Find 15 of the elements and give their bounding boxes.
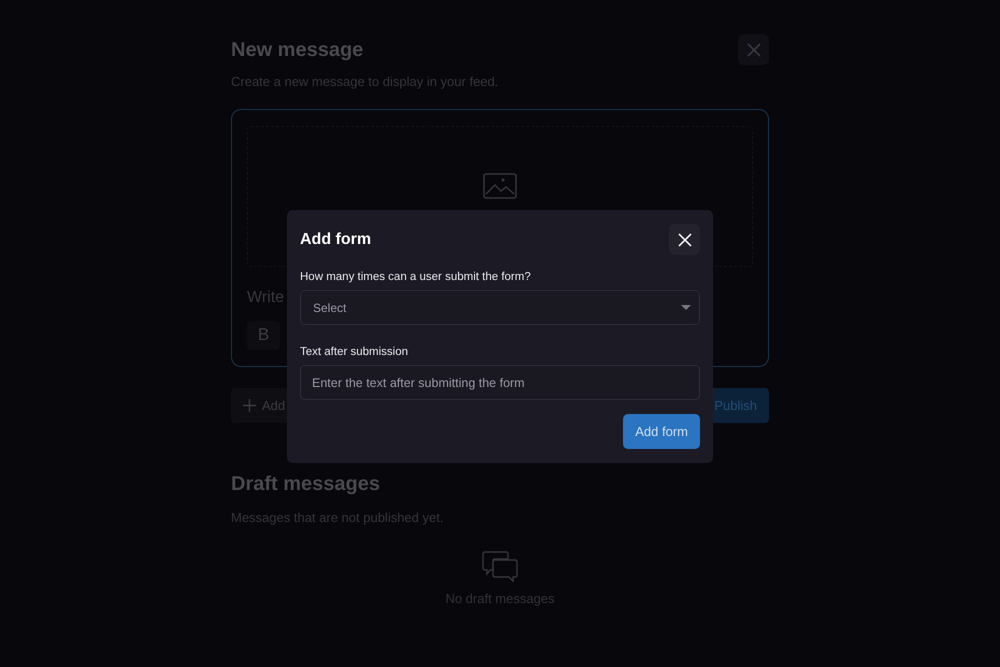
close-button[interactable] xyxy=(669,224,700,255)
select-field[interactable]: Select xyxy=(300,290,700,325)
plus-icon xyxy=(243,399,256,412)
dropdown-caret-icon xyxy=(681,304,691,310)
field-label: How many times can a user submit the form? xyxy=(300,271,532,283)
field-label: Text after submission xyxy=(300,346,410,358)
chat-bubbles-icon xyxy=(482,551,518,583)
section-title: Draft messages xyxy=(231,473,381,496)
image-icon xyxy=(483,173,517,199)
add-form-button[interactable]: Add form xyxy=(623,414,700,449)
close-icon xyxy=(678,232,692,246)
dialog-title: Add form xyxy=(300,230,372,248)
close-icon xyxy=(746,42,760,56)
page-title: New message xyxy=(231,39,364,62)
text-input-field[interactable]: Enter the text after submitting the form xyxy=(300,365,700,400)
